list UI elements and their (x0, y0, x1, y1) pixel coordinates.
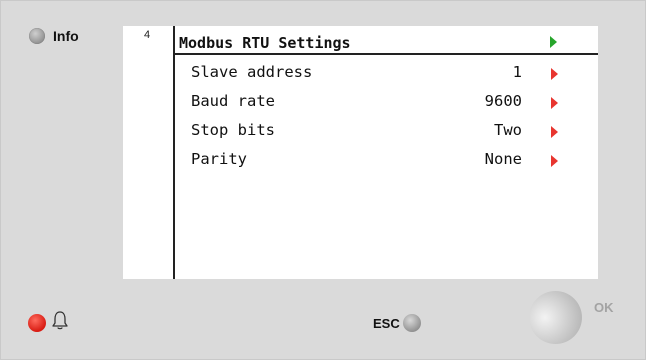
lcd-screen: 4 Modbus RTU Settings Slave address 1 Ba… (123, 26, 598, 279)
info-led-icon (29, 28, 45, 44)
alarm-led-icon (28, 314, 46, 332)
info-button[interactable]: Info (29, 28, 79, 44)
esc-button[interactable]: ESC (373, 314, 421, 332)
esc-led-icon (402, 314, 421, 332)
row-arrow-icon (551, 155, 558, 167)
screen-divider (173, 26, 175, 279)
page-number: 4 (144, 29, 151, 41)
ok-label: OK (594, 300, 614, 315)
title-underline (173, 53, 598, 55)
title-arrow-icon (550, 36, 557, 48)
row-label: Parity (191, 150, 247, 168)
row-label: Slave address (191, 63, 313, 81)
row-value: 9600 (484, 92, 522, 110)
info-label: Info (53, 28, 79, 44)
row-arrow-icon (551, 97, 558, 109)
menu-row-stop-bits[interactable]: Stop bits Two (191, 118, 581, 142)
menu-row-baud-rate[interactable]: Baud rate 9600 (191, 89, 581, 113)
row-label: Stop bits (191, 121, 275, 139)
row-arrow-icon (551, 126, 558, 138)
controller-panel: Info 4 Modbus RTU Settings Slave address… (0, 0, 646, 360)
row-value: Two (494, 121, 522, 139)
ok-knob[interactable] (529, 291, 582, 344)
row-label: Baud rate (191, 92, 275, 110)
menu-title: Modbus RTU Settings (179, 34, 351, 52)
menu-row-slave-address[interactable]: Slave address 1 (191, 60, 581, 84)
row-value: None (484, 150, 522, 168)
bell-icon[interactable] (51, 310, 69, 332)
menu-row-parity[interactable]: Parity None (191, 147, 581, 171)
row-value: 1 (512, 63, 522, 81)
row-arrow-icon (551, 68, 558, 80)
esc-label: ESC (373, 315, 400, 331)
